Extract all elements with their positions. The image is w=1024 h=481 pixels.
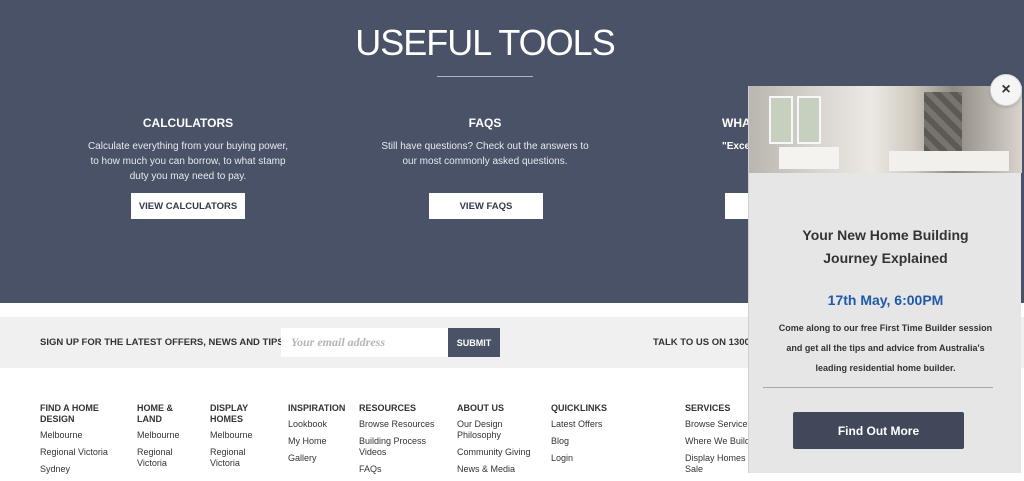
- email-input[interactable]: Your email address: [281, 328, 448, 357]
- footer-link[interactable]: Melbourne: [40, 430, 128, 441]
- footer-link[interactable]: Latest Offers: [551, 419, 641, 430]
- window-shape: [769, 96, 793, 144]
- footer-column-heading: HOME & LAND: [137, 403, 173, 424]
- feature-wall-shape: [924, 92, 962, 152]
- footer-column-resources: RESOURCES Browse Resources Building Proc…: [359, 403, 439, 481]
- close-icon[interactable]: ×: [990, 74, 1022, 106]
- event-description: Come along to our free First Time Builde…: [759, 318, 1012, 378]
- footer-link[interactable]: Regional Victoria: [40, 447, 128, 458]
- footer-link[interactable]: Regional Victoria: [137, 447, 197, 469]
- footer-column-heading: QUICKLINKS: [551, 403, 607, 413]
- submit-button[interactable]: SUBMIT: [448, 328, 500, 357]
- footer-link[interactable]: Sydney: [40, 464, 128, 475]
- footer-column-services: SERVICES Browse Services Where We Build …: [685, 403, 749, 481]
- tool-description: Calculate everything from your buying po…: [87, 141, 289, 182]
- footer-column-inspiration: INSPIRATION Lookbook My Home Gallery: [288, 403, 354, 470]
- footer-link[interactable]: Blog: [551, 436, 641, 447]
- footer-column-heading: FIND A HOME DESIGN: [40, 403, 99, 424]
- footer-column-heading: INSPIRATION: [288, 403, 346, 413]
- footer-column-heading: DISPLAY HOMES: [210, 403, 249, 424]
- event-popup: Your New Home Building Journey Explained…: [748, 86, 1022, 473]
- tool-description: Still have questions? Check out the answ…: [381, 141, 589, 167]
- footer-link[interactable]: Regional Victoria: [210, 447, 270, 469]
- footer-link[interactable]: Community Giving: [457, 447, 537, 458]
- section-title: USEFUL TOOLS: [355, 22, 615, 63]
- footer-link[interactable]: Where We Build: [685, 436, 749, 447]
- phone-contact: TALK TO US ON 1300: [653, 337, 750, 348]
- footer-column-display-homes: DISPLAY HOMES Melbourne Regional Victori…: [210, 403, 270, 475]
- footer-column-heading: SERVICES: [685, 403, 731, 413]
- footer-column-home-and-land: HOME & LAND Melbourne Regional Victoria: [137, 403, 197, 475]
- popup-title-line: Your New Home Building: [802, 227, 969, 243]
- footer-link[interactable]: My Home: [288, 436, 354, 447]
- footer-link[interactable]: Display Homes Sale: [685, 453, 747, 475]
- footer-column-about-us: ABOUT US Our Design Philosophy Community…: [457, 403, 537, 481]
- footer-link[interactable]: Browse Services: [685, 419, 749, 430]
- description-line: and get all the tips and advice from Aus…: [786, 343, 985, 353]
- footer-link[interactable]: Login: [551, 453, 641, 464]
- view-calculators-button[interactable]: VIEW CALCULATORS: [131, 193, 245, 219]
- description-line: Come along to our free First Time Builde…: [778, 323, 993, 333]
- tool-heading: CALCULATORS: [142, 116, 234, 130]
- kitchen-interior-image: [749, 86, 1022, 173]
- popup-title-line: Journey Explained: [823, 250, 948, 266]
- view-faqs-button[interactable]: VIEW FAQS: [429, 193, 543, 219]
- footer-link[interactable]: Lookbook: [288, 419, 354, 430]
- footer-column-find-a-home-design: FIND A HOME DESIGN Melbourne Regional Vi…: [40, 403, 128, 481]
- calculators-tool: CALCULATORS Calculate everything from yo…: [83, 116, 293, 184]
- faqs-tool: FAQS Still have questions? Check out the…: [380, 116, 590, 169]
- footer-link[interactable]: News & Media: [457, 464, 537, 475]
- footer-column-heading: ABOUT US: [457, 403, 504, 413]
- kitchen-island-shape: [889, 151, 1009, 171]
- dining-table-shape: [779, 147, 839, 169]
- event-date: 17th May, 6:00PM: [827, 292, 944, 308]
- title-divider: [437, 76, 533, 77]
- footer-link[interactable]: Melbourne: [210, 430, 270, 441]
- footer-link[interactable]: Our Design Philosophy: [457, 419, 537, 441]
- footer-column-quicklinks: QUICKLINKS Latest Offers Blog Login: [551, 403, 641, 470]
- signup-label: SIGN UP FOR THE LATEST OFFERS, NEWS AND …: [40, 337, 284, 348]
- popup-title: Your New Home Building Journey Explained: [749, 224, 1022, 270]
- find-out-more-button[interactable]: Find Out More: [793, 412, 964, 449]
- footer-link[interactable]: Gallery: [288, 453, 354, 464]
- window-shape: [797, 96, 821, 144]
- footer-link[interactable]: Building Process Videos: [359, 436, 439, 458]
- footer-link[interactable]: Melbourne: [137, 430, 197, 441]
- footer-link[interactable]: FAQs: [359, 464, 439, 475]
- tool-heading: FAQS: [468, 116, 502, 130]
- popup-divider: [763, 387, 993, 388]
- footer-link[interactable]: Browse Resources: [359, 419, 439, 430]
- footer-column-heading: RESOURCES: [359, 403, 417, 413]
- partial-tool-button[interactable]: [725, 193, 748, 219]
- description-line: leading residential home builder.: [815, 363, 956, 373]
